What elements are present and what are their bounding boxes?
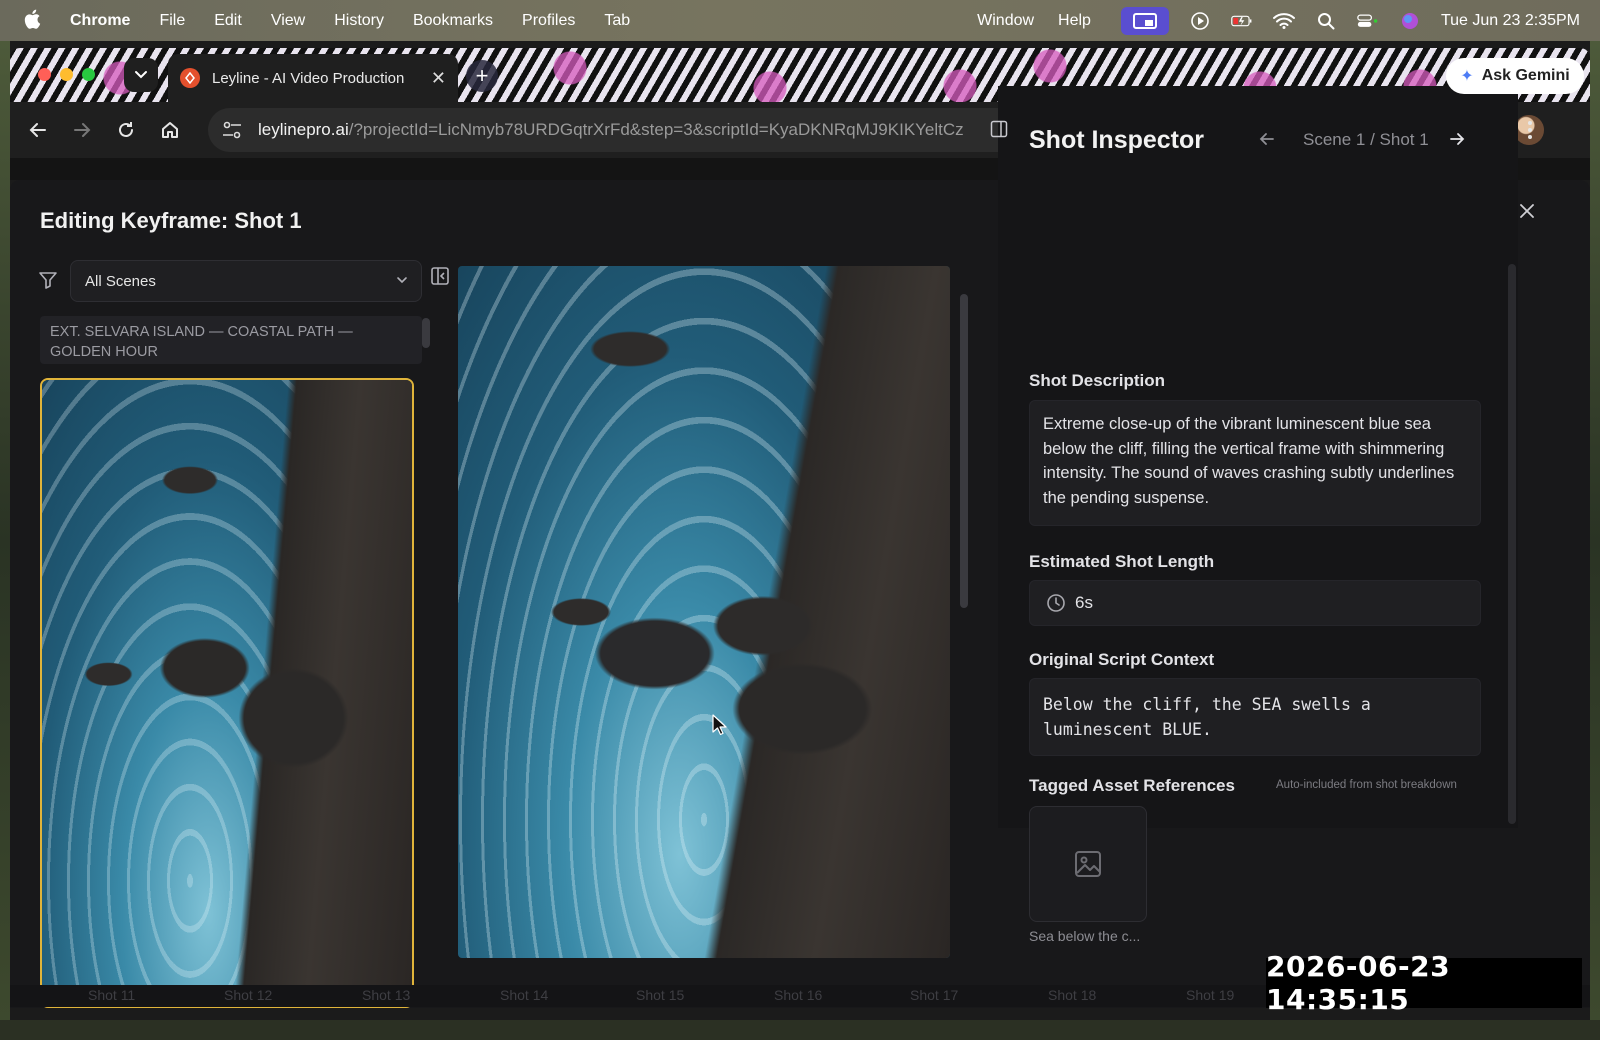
back-arrow-icon[interactable] [24,116,52,144]
asset-reference-card[interactable] [1029,806,1147,922]
asset-caption: Sea below the c... [1029,928,1141,944]
script-context-label: Original Script Context [1029,650,1215,669]
shot-length-field[interactable] [1029,580,1481,626]
chevron-down-icon [395,273,409,291]
control-center-icon[interactable] [1357,12,1379,30]
macos-menubar: Chrome File Edit View History Bookmarks … [0,0,1600,41]
gemini-sparkle-icon: ✦ [1460,68,1474,85]
apple-icon[interactable] [24,9,46,33]
image-placeholder-icon [1075,851,1101,877]
ask-gemini-label: Ask Gemini [1481,67,1570,84]
scene-filter-select[interactable]: All Scenes [70,260,422,302]
menu-help[interactable]: Help [1058,12,1091,30]
scene-filter-value: All Scenes [85,272,156,290]
menubar-clock[interactable]: Tue Jun 23 2:35PM [1441,12,1580,30]
wifi-icon[interactable] [1272,12,1295,30]
shot-thumbnail-image [42,380,412,1006]
chevron-down-icon [135,71,147,79]
site-info-icon[interactable] [220,118,244,142]
clock-icon [1046,593,1066,613]
new-tab-button[interactable]: + [466,60,498,92]
shot-strip-item[interactable]: Shot 11 [88,987,135,1003]
desktop-wallpaper-left [0,41,10,1040]
collapse-panel-icon[interactable] [430,266,452,288]
menu-history[interactable]: History [334,12,384,30]
window-close-button[interactable] [38,68,51,81]
scene-heading[interactable]: EXT. SELVARA ISLAND — COASTAL PATH — GOL… [40,316,422,364]
shot-description-label: Shot Description [1029,371,1166,390]
keyframe-ocean-image [458,266,950,958]
shot-strip-item[interactable]: Shot 13 [362,987,410,1003]
desktop-wallpaper-right [1590,41,1600,1040]
menu-window[interactable]: Window [977,12,1034,30]
inspector-title: Shot Inspector [1029,126,1205,154]
tab-title: Leyline - AI Video Production [212,69,405,87]
menu-view[interactable]: View [271,12,305,30]
reload-icon[interactable] [112,116,140,144]
window-minimize-button[interactable] [60,68,73,81]
chrome-menu-icon[interactable] [1516,116,1544,144]
menu-file[interactable]: File [159,12,185,30]
inspector-scrollbar[interactable] [1508,264,1516,824]
recording-timestamp-overlay: 2026-06-23 14:35:15 [1266,950,1582,1016]
scene-list-scrollbar[interactable] [422,318,430,348]
menu-bookmarks[interactable]: Bookmarks [413,12,493,30]
shot-strip-item[interactable]: Shot 12 [224,987,272,1003]
shot-strip-item[interactable]: Shot 17 [910,987,958,1003]
menu-tab[interactable]: Tab [604,12,630,30]
shot-length-value: 6s [1075,593,1093,612]
tab-close-icon[interactable]: ✕ [431,68,446,89]
play-icon[interactable] [1189,11,1211,30]
spotlight-search-icon[interactable] [1315,12,1337,30]
desktop-wallpaper-bottom [0,1020,1600,1040]
window-zoom-button[interactable] [82,68,95,81]
arrow-right-icon[interactable] [1448,130,1470,152]
ask-gemini-button[interactable]: ✦ Ask Gemini [1446,58,1584,94]
forward-arrow-icon[interactable] [68,116,96,144]
shot-description-text: Extreme close-up of the vibrant luminesc… [1043,415,1455,507]
arrow-left-icon[interactable] [1258,130,1280,152]
auto-included-note: Auto-included from shot breakdown [1276,779,1457,791]
shot-breadcrumb: Scene 1 / Shot 1 [1303,130,1429,149]
shot-strip-item[interactable]: Shot 16 [774,987,822,1003]
url-path: /?projectId=LicNmyb78URDGqtrXrFd&step=3&… [348,120,964,139]
browser-tab-active[interactable]: Leyline - AI Video Production ✕ [168,54,458,102]
menu-edit[interactable]: Edit [214,12,242,30]
leyline-favicon-icon [180,68,200,88]
tagged-assets-label: Tagged Asset References [1029,776,1235,795]
battery-icon[interactable] [1231,12,1253,30]
collapse-inspector-icon[interactable] [990,120,1012,142]
shot-length-label: Estimated Shot Length [1029,552,1215,571]
keyframe-preview-image[interactable] [458,266,950,958]
filter-icon[interactable] [38,270,60,292]
menu-profiles[interactable]: Profiles [522,12,575,30]
mouse-cursor-icon [712,714,728,736]
script-context-text: Below the cliff, the SEA swells a lumine… [1043,695,1371,739]
shot-strip-item[interactable]: Shot 14 [500,987,548,1003]
shot-strip-item[interactable]: Shot 19 [1186,987,1234,1003]
menu-app-name[interactable]: Chrome [70,12,130,30]
url-host: leylinepro.ai [258,120,349,139]
siri-icon[interactable] [1399,12,1421,30]
preview-scrollbar[interactable] [960,294,968,608]
shot-strip-item[interactable]: Shot 18 [1048,987,1096,1003]
screen-share-icon[interactable] [1120,6,1169,35]
tab-search-button[interactable] [124,58,158,92]
home-icon[interactable] [156,116,184,144]
shot-thumbnail-selected[interactable] [40,378,414,1008]
modal-title: Editing Keyframe: Shot 1 [40,208,302,233]
shot-strip-item[interactable]: Shot 15 [636,987,684,1003]
